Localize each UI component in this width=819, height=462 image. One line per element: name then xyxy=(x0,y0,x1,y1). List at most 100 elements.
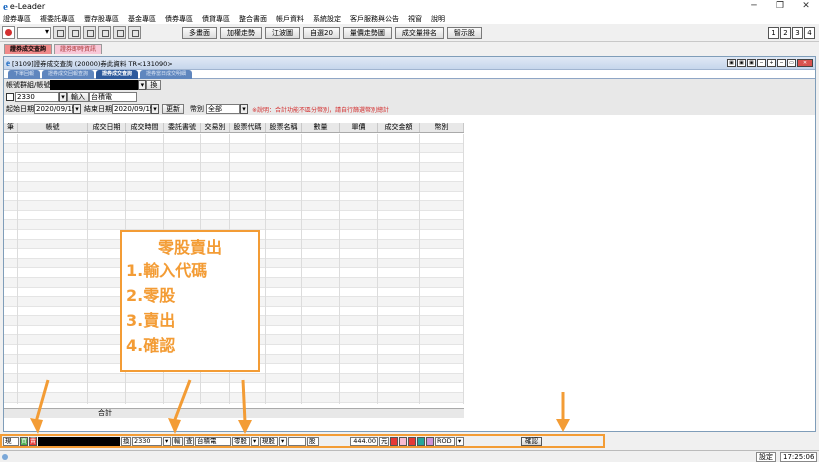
settings-button[interactable]: 設定 xyxy=(756,452,776,462)
tool-icon[interactable] xyxy=(83,26,96,39)
menu-item[interactable]: 基金專區 xyxy=(128,14,156,24)
table-row[interactable] xyxy=(4,201,464,211)
switch-account-button[interactable]: 換 xyxy=(146,80,162,90)
stock-checkbox[interactable] xyxy=(6,93,14,101)
end-date-input[interactable]: 2020/09/19 xyxy=(112,104,154,114)
table-row[interactable] xyxy=(4,220,464,230)
update-button[interactable]: 更新 xyxy=(162,104,184,114)
window-4-button[interactable]: 4 xyxy=(804,27,815,39)
col-trade-type[interactable]: 交易別 xyxy=(201,123,230,132)
menu-item[interactable]: 視窗 xyxy=(408,14,422,24)
tab-daily-detail[interactable]: 證券當日成交明細 xyxy=(140,70,193,79)
minimize-icon[interactable]: ─ xyxy=(741,0,767,13)
multi-screen-button[interactable]: 多畫面 xyxy=(182,26,217,39)
chevron-down-icon[interactable]: ▾ xyxy=(138,80,147,90)
menu-item[interactable]: 系統設定 xyxy=(313,14,341,24)
settings-icon[interactable]: ▣ xyxy=(737,59,746,67)
confirm-button[interactable]: 確認 xyxy=(521,436,542,446)
tool-icon[interactable] xyxy=(98,26,111,39)
stop-icon[interactable] xyxy=(2,26,15,39)
print-icon[interactable]: ▣ xyxy=(747,59,756,67)
col-stock-code[interactable]: 股票代碼 xyxy=(230,123,266,132)
col-trade-date[interactable]: 成交日期 xyxy=(88,123,126,132)
stock-code-input[interactable]: 2330 xyxy=(132,436,162,446)
chevron-down-icon[interactable]: ▾ xyxy=(251,436,259,446)
col-currency[interactable]: 幣別 xyxy=(420,123,464,132)
table-row[interactable] xyxy=(4,143,464,154)
tool-icon[interactable] xyxy=(128,26,141,39)
plus-icon[interactable]: + xyxy=(767,59,776,67)
col-trade-time[interactable]: 成交時間 xyxy=(126,123,164,132)
window-1-button[interactable]: 1 xyxy=(768,27,779,39)
tab-trade-query[interactable]: 證券成交查詢 xyxy=(4,44,53,54)
function-combo[interactable] xyxy=(17,26,51,39)
price-up-button[interactable] xyxy=(399,436,407,446)
query-button[interactable]: 查 xyxy=(184,436,194,446)
menu-item[interactable]: 豐存股專區 xyxy=(84,14,119,24)
tool-icon[interactable] xyxy=(68,26,81,39)
menu-item[interactable]: 帳戶資料 xyxy=(276,14,304,24)
start-date-input[interactable]: 2020/09/19 xyxy=(34,104,76,114)
tab-trade-query[interactable]: 證券成交查詢 xyxy=(96,70,139,79)
col-price[interactable]: 單價 xyxy=(340,123,378,132)
menu-item[interactable]: 客戶服務與公告 xyxy=(350,14,399,24)
col-stock-name[interactable]: 股票名稱 xyxy=(266,123,302,132)
watchlist-button[interactable]: 自選20 xyxy=(303,26,340,39)
col-order-no[interactable]: 委託書號 xyxy=(164,123,201,132)
smart-stock-button[interactable]: 智示股 xyxy=(446,26,482,39)
buy-button[interactable]: 買 xyxy=(20,436,28,446)
table-row[interactable] xyxy=(4,373,464,384)
table-row[interactable] xyxy=(4,192,464,202)
chevron-down-icon[interactable]: ▾ xyxy=(279,436,287,446)
chevron-down-icon[interactable]: ▾ xyxy=(163,436,171,446)
volume-rank-button[interactable]: 成交量排名 xyxy=(394,26,444,39)
price-down-button[interactable] xyxy=(417,436,425,446)
menu-item[interactable]: 說明 xyxy=(431,14,445,24)
weighted-trend-button[interactable]: 加權走勢 xyxy=(220,26,262,39)
col-amount[interactable]: 成交金額 xyxy=(378,123,420,132)
window-3-button[interactable]: 3 xyxy=(792,27,803,39)
table-row[interactable] xyxy=(4,211,464,221)
tool-icon[interactable] xyxy=(53,26,66,39)
quantity-input[interactable] xyxy=(288,436,306,446)
trade-type-select[interactable]: 現 xyxy=(3,436,19,446)
table-row[interactable] xyxy=(4,393,464,403)
maximize-icon[interactable]: ❐ xyxy=(767,0,793,13)
col-index[interactable]: 筆 xyxy=(4,123,18,132)
tab-realtime-info[interactable]: 證券即時資訊 xyxy=(54,44,103,54)
link-icon[interactable]: ▣ xyxy=(727,59,736,67)
menu-item[interactable]: 債貸專區 xyxy=(202,14,230,24)
window-2-button[interactable]: 2 xyxy=(780,27,791,39)
tab-trade-report-query[interactable]: 證券成交回報查詢 xyxy=(42,70,95,79)
tool-icon[interactable] xyxy=(113,26,126,39)
chevron-down-icon[interactable]: ▾ xyxy=(456,436,464,446)
input-button[interactable]: 輸 xyxy=(172,436,183,446)
lot-type-select[interactable]: 零股 xyxy=(232,436,250,446)
restore-icon[interactable]: ▭ xyxy=(787,59,796,67)
wave-chart-button[interactable]: 江波圖 xyxy=(265,26,300,39)
currency-select[interactable]: 全部 xyxy=(206,104,240,114)
menu-item[interactable]: 整合書面 xyxy=(239,14,267,24)
sell-button[interactable]: 賣 xyxy=(29,436,37,446)
price-flat-button[interactable] xyxy=(408,436,416,446)
table-row[interactable] xyxy=(4,172,464,182)
chevron-down-icon[interactable]: ▾ xyxy=(151,104,159,114)
limit-down-button[interactable] xyxy=(426,436,434,446)
table-row[interactable] xyxy=(4,181,464,192)
input-button[interactable]: 輸入 xyxy=(67,92,89,102)
order-condition-select[interactable]: ROD xyxy=(435,436,455,446)
chevron-down-icon[interactable]: ▾ xyxy=(59,92,67,102)
col-account[interactable]: 帳號 xyxy=(18,123,88,132)
table-row[interactable] xyxy=(4,162,464,173)
menu-item[interactable]: 債券專區 xyxy=(165,14,193,24)
price-type-select[interactable]: 現股 xyxy=(260,436,278,446)
stock-code-input[interactable]: 2330 xyxy=(15,92,59,102)
minus-icon[interactable]: − xyxy=(757,59,766,67)
table-row[interactable] xyxy=(4,383,464,394)
tab-order-report[interactable]: 下單回報 xyxy=(8,70,41,79)
account-field[interactable] xyxy=(38,436,120,446)
account-field[interactable] xyxy=(50,80,139,90)
chevron-down-icon[interactable]: ▾ xyxy=(240,104,248,114)
close-icon[interactable]: ✕ xyxy=(797,59,813,67)
col-quantity[interactable]: 數量 xyxy=(302,123,340,132)
